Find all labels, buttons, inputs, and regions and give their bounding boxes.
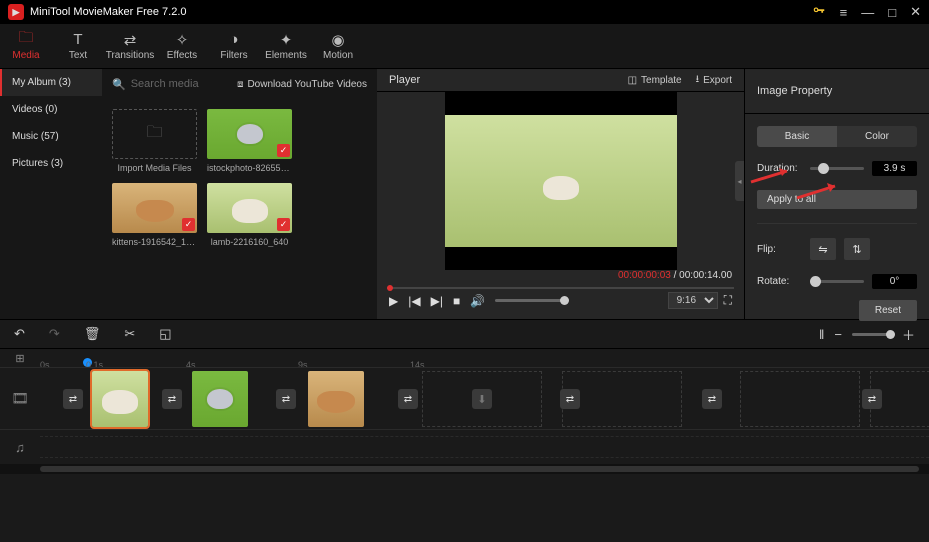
reset-button[interactable]: Reset [859,300,917,321]
duration-label: Duration: [757,163,802,174]
audio-track-empty[interactable] [40,436,929,458]
progress-bar[interactable] [387,285,734,288]
delete-button[interactable]: 🗑 [84,326,101,342]
sidebar-category[interactable]: Music (57) [0,123,102,150]
flip-label: Flip: [757,244,802,255]
timecode: 00:00:00:03 / 00:00:14.00 [377,270,744,285]
duration-value[interactable]: 3.9 s [872,161,917,176]
next-frame-button[interactable]: ▶| [431,294,443,308]
close-button[interactable]: ✕ [910,4,921,20]
volume-slider[interactable] [495,299,565,302]
check-icon: ✓ [277,218,290,231]
video-track-icon: 🎞 [0,390,40,407]
flip-vertical-button[interactable]: ⇅ [844,238,870,260]
app-title: MiniTool MovieMaker Free 7.2.0 [30,6,812,18]
player-viewport [445,92,677,270]
undo-button[interactable]: ↶ [14,326,25,342]
export-icon: ⭳ [696,72,700,89]
add-media-track-button[interactable]: ⊞ [0,352,40,365]
rotate-slider[interactable] [810,280,864,283]
empty-clip-slot[interactable]: ⬇ [422,371,542,427]
check-icon: ✓ [182,218,195,231]
download-youtube-button[interactable]: ⧈ Download YouTube Videos [237,79,367,90]
props-title: Image Property [745,69,929,114]
check-icon: ✓ [277,144,290,157]
stop-button[interactable]: ■ [453,294,460,308]
play-button[interactable]: ▶ [389,294,398,308]
import-media-button[interactable]: 🗀 [112,109,197,159]
timeline-clip[interactable] [92,371,148,427]
template-icon: ◫ [628,75,637,86]
tool-filters[interactable]: ◑Filters [208,24,260,68]
redo-button[interactable]: ↷ [49,326,60,342]
minimize-button[interactable]: — [861,5,874,20]
duration-slider[interactable] [810,167,864,170]
media-thumb[interactable]: ✓ [112,183,197,233]
filters-icon: ◑ [229,31,238,48]
menu-icon[interactable]: ≡ [840,5,848,20]
tool-text[interactable]: TText [52,24,104,68]
empty-clip-slot[interactable] [740,371,860,427]
zoom-out-button[interactable]: − [834,327,842,342]
transition-slot[interactable]: ⇄ [162,389,182,409]
maximize-button[interactable]: □ [888,5,896,20]
export-button[interactable]: ⭳Export [696,72,732,89]
fullscreen-button[interactable]: ⛶ [724,293,732,308]
sidebar-category[interactable]: My Album (3) [0,69,102,96]
timeline-clip[interactable] [192,371,248,427]
elements-icon: ✦ [280,31,293,48]
media-thumb[interactable]: ✓ [207,183,292,233]
timeline-clip[interactable] [308,371,364,427]
add-clip-icon: ⬇ [472,389,492,409]
motion-icon: ◉ [331,31,344,48]
text-icon: T [73,31,82,48]
zoom-slider[interactable] [852,333,892,336]
timeline-scrollbar[interactable] [0,464,929,474]
search-icon: 🔍 [112,78,126,91]
expand-collapse-tab[interactable]: ◂ [735,161,744,201]
app-logo: ▶ [8,4,24,20]
sidebar-category[interactable]: Videos (0) [0,96,102,123]
prev-frame-button[interactable]: |◀ [408,294,420,308]
sidebar-category[interactable]: Pictures (3) [0,150,102,177]
tab-basic[interactable]: Basic [757,126,837,147]
split-button[interactable]: ✂ [124,326,135,342]
download-icon: ⧈ [237,79,243,90]
audio-track-icon: ♫ [0,440,40,455]
tool-effects[interactable]: ✧Effects [156,24,208,68]
transition-slot[interactable]: ⇄ [702,389,722,409]
volume-icon[interactable]: 🔊 [470,294,485,308]
transition-slot[interactable]: ⇄ [862,389,882,409]
zoom-in-button[interactable]: ＋ [902,325,915,344]
media-thumb[interactable]: ✓ [207,109,292,159]
tool-transitions[interactable]: ⇄Transitions [104,24,156,68]
search-input[interactable]: 🔍 Search media [112,78,227,91]
transition-slot[interactable]: ⇄ [560,389,580,409]
search-placeholder: Search media [131,78,199,90]
tab-color[interactable]: Color [837,126,917,147]
rotate-label: Rotate: [757,276,802,287]
media-icon: 🗀 [18,31,33,48]
flip-horizontal-button[interactable]: ⇋ [810,238,836,260]
transition-slot[interactable]: ⇄ [398,389,418,409]
key-icon[interactable] [812,4,826,21]
template-button[interactable]: ◫Template [628,72,682,89]
aspect-ratio-select[interactable]: 9:16 [668,292,718,309]
tool-motion[interactable]: ◉Motion [312,24,364,68]
transitions-icon: ⇄ [124,31,137,48]
crop-button[interactable]: ◱ [159,326,171,342]
transition-slot[interactable]: ⇄ [63,389,83,409]
effects-icon: ✧ [176,31,189,48]
fit-button[interactable]: ‖ [819,327,824,342]
player-title: Player [389,74,420,86]
apply-to-all-button[interactable]: Apply to all [757,190,917,209]
tool-elements[interactable]: ✦Elements [260,24,312,68]
tool-media[interactable]: 🗀Media [0,24,52,68]
rotate-value: 0° [872,274,917,289]
transition-slot[interactable]: ⇄ [276,389,296,409]
